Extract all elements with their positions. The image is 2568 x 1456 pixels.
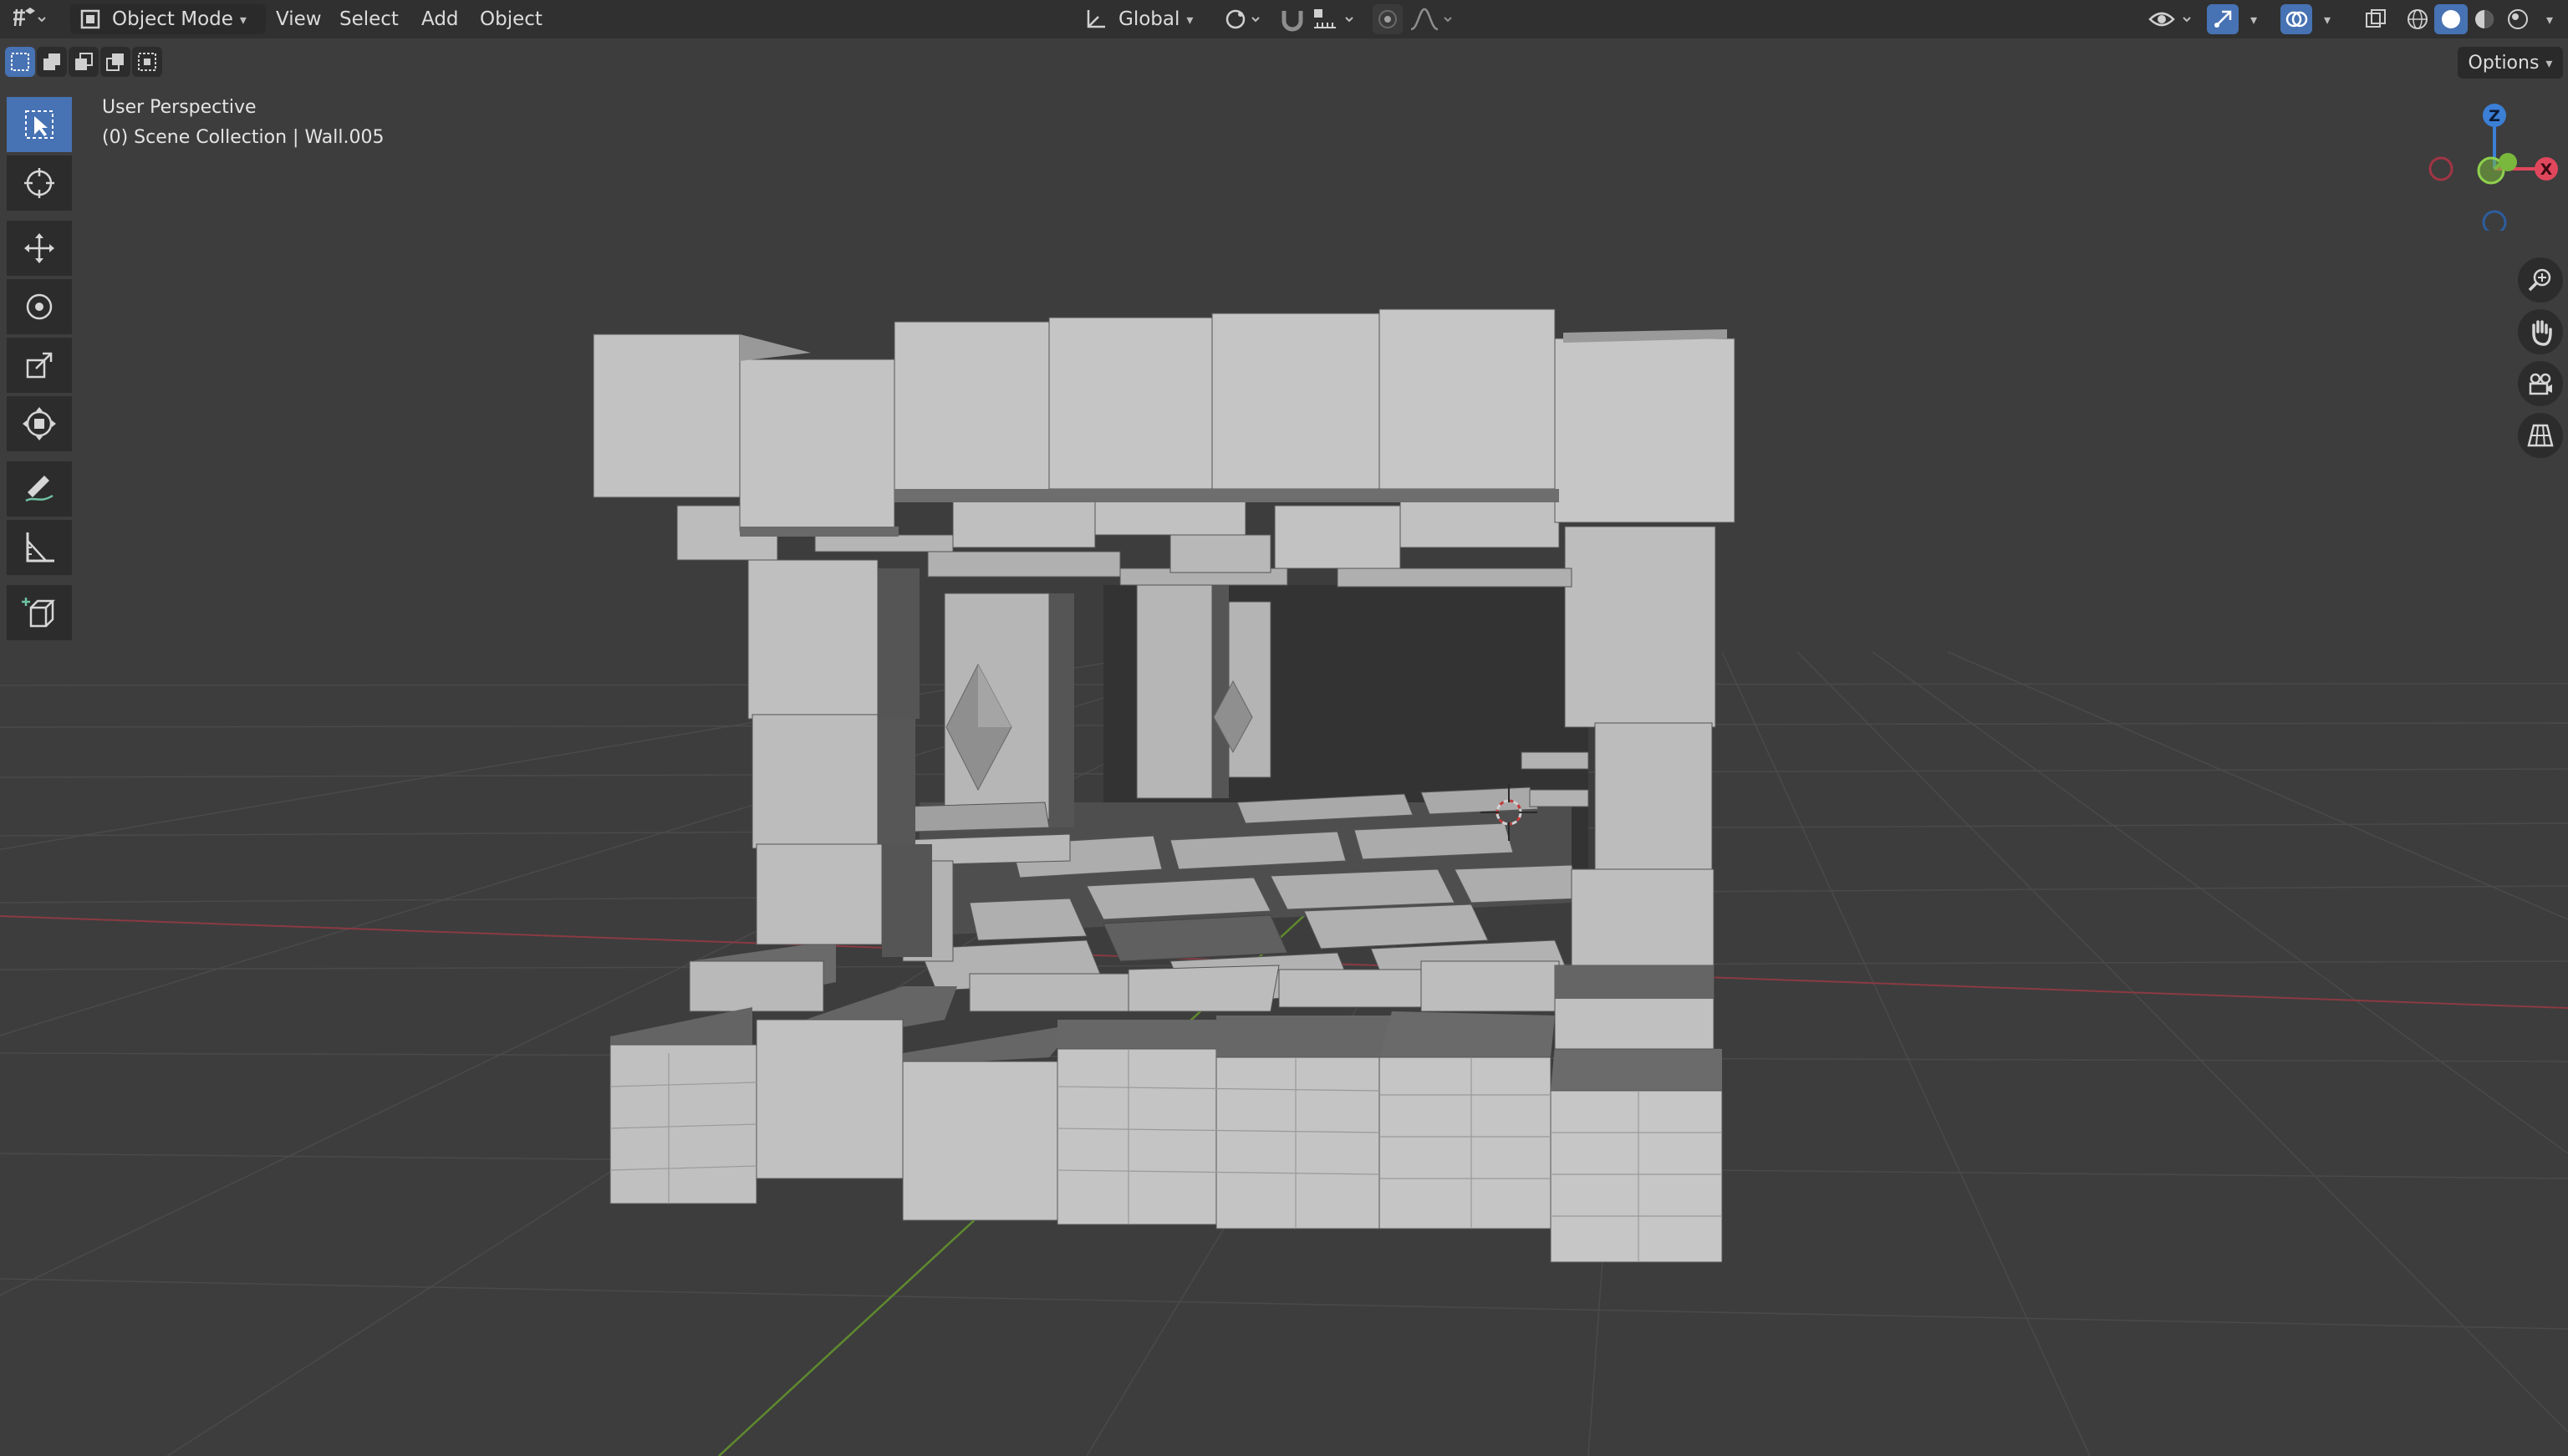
select-extend-icon xyxy=(43,53,60,70)
orientation-label: Global xyxy=(1118,8,1180,30)
overlays-toggle[interactable] xyxy=(2280,4,2312,34)
material-sphere-icon xyxy=(2475,10,2494,28)
navigation-gizmo[interactable]: Z X xyxy=(2416,97,2566,235)
select-new-icon xyxy=(11,53,29,71)
gizmo-x-label: X xyxy=(2540,160,2553,179)
select-extend-button[interactable] xyxy=(37,47,67,77)
left-column xyxy=(747,559,932,957)
top-beam xyxy=(593,308,1735,588)
chevron-down-icon: ▾ xyxy=(1186,11,1194,28)
menu-select[interactable]: Select xyxy=(329,4,409,34)
tool-select-box[interactable] xyxy=(7,97,72,152)
select-invert-button[interactable] xyxy=(100,47,130,77)
viewport-header: Object Mode ▾ View Select Add Object Glo… xyxy=(0,0,2568,38)
snap-target-dropdown[interactable] xyxy=(1311,4,1361,34)
xray-icon xyxy=(2366,9,2386,28)
select-intersect-button[interactable] xyxy=(132,47,162,77)
shading-material-button[interactable] xyxy=(2468,4,2501,34)
gizmo-toggle[interactable] xyxy=(2207,4,2239,34)
perspective-label: User Perspective xyxy=(102,97,257,118)
menu-add[interactable]: Add xyxy=(411,4,469,34)
chevron-down-icon: ▾ xyxy=(2250,11,2258,28)
falloff-dropdown[interactable] xyxy=(1408,4,1458,34)
eye-icon xyxy=(2148,12,2191,27)
shading-dropdown[interactable]: ▾ xyxy=(2536,4,2563,34)
gizmo-icon xyxy=(2214,10,2232,28)
shading-rendered-button[interactable] xyxy=(2501,4,2535,34)
tool-annotate[interactable] xyxy=(7,461,72,517)
options-dropdown[interactable]: Options ▾ xyxy=(2458,47,2563,79)
measure-ruler-icon xyxy=(26,532,54,563)
falloff-curve-icon xyxy=(1410,8,1452,31)
tool-cursor[interactable] xyxy=(7,155,72,211)
mode-dropdown[interactable]: Object Mode ▾ xyxy=(70,4,266,34)
snap-toggle[interactable] xyxy=(1276,4,1309,34)
options-label: Options xyxy=(2468,52,2540,74)
editor-type-button[interactable] xyxy=(7,4,47,34)
transform-orientation-dropdown[interactable]: Global ▾ xyxy=(1075,4,1222,34)
3d-viewport[interactable]: Options ▾ User Perspective (0) Scene Col… xyxy=(0,38,2568,1456)
menu-object[interactable]: Object xyxy=(470,4,553,34)
snap-increment-icon xyxy=(1314,9,1353,28)
shading-solid-button[interactable] xyxy=(2434,4,2468,34)
zoom-magnifier-icon xyxy=(2528,268,2551,292)
chevron-down-icon: ▾ xyxy=(2323,11,2331,28)
move-icon xyxy=(24,233,54,263)
visibility-dropdown[interactable] xyxy=(2147,4,2199,34)
wireframe-sphere-icon xyxy=(2408,9,2428,29)
rendered-sphere-icon xyxy=(2508,9,2528,29)
tool-add-cube[interactable] xyxy=(7,585,72,640)
hand-icon xyxy=(2532,320,2552,346)
camera-icon xyxy=(2529,373,2552,395)
gizmo-z-label: Z xyxy=(2489,107,2500,125)
chevron-down-icon: ▾ xyxy=(2545,11,2554,28)
grid-perspective-icon xyxy=(2527,424,2554,447)
axis-gizmo: Z X xyxy=(2428,104,2558,235)
select-new-button[interactable] xyxy=(5,47,35,77)
pan-button[interactable] xyxy=(2518,309,2563,354)
overlays-dropdown[interactable]: ▾ xyxy=(2314,4,2341,34)
pivot-icon xyxy=(1225,9,1260,29)
object-mode-icon xyxy=(80,9,100,29)
select-invert-icon xyxy=(106,53,124,71)
magnet-icon xyxy=(1281,11,1303,32)
add-cube-icon xyxy=(22,598,56,628)
camera-view-button[interactable] xyxy=(2518,361,2563,406)
solid-sphere-icon xyxy=(2442,10,2460,28)
editor-type-icon xyxy=(13,8,46,27)
mode-label: Object Mode xyxy=(112,8,233,30)
annotate-pencil-icon xyxy=(25,476,54,502)
chevron-down-icon: ▾ xyxy=(2545,54,2553,71)
overlays-icon xyxy=(2285,11,2308,28)
tool-transform[interactable] xyxy=(7,396,72,451)
tool-rotate[interactable] xyxy=(7,279,72,334)
menu-view[interactable]: View xyxy=(266,4,332,34)
xray-toggle[interactable] xyxy=(2359,4,2392,34)
shading-wireframe-button[interactable] xyxy=(2401,4,2434,34)
selection-mode-group xyxy=(5,47,162,77)
rotate-icon xyxy=(26,293,53,320)
tool-scale[interactable] xyxy=(7,338,72,393)
zoom-button[interactable] xyxy=(2518,257,2563,303)
orientation-icon xyxy=(1087,10,1105,28)
transform-icon xyxy=(23,407,56,440)
select-subtract-icon xyxy=(75,53,93,70)
collection-label: (0) Scene Collection | Wall.005 xyxy=(102,127,385,148)
gizmo-dropdown[interactable]: ▾ xyxy=(2240,4,2267,34)
proportional-edit-icon xyxy=(1378,10,1397,28)
pivot-point-button[interactable] xyxy=(1220,4,1267,34)
select-box-icon xyxy=(25,110,54,139)
proportional-edit-toggle[interactable] xyxy=(1373,4,1403,34)
tool-measure[interactable] xyxy=(7,520,72,575)
select-intersect-icon xyxy=(138,53,156,71)
perspective-toggle-button[interactable] xyxy=(2518,413,2563,458)
cursor-icon xyxy=(24,168,54,198)
tool-move[interactable] xyxy=(7,221,72,276)
select-subtract-button[interactable] xyxy=(69,47,99,77)
chevron-down-icon: ▾ xyxy=(239,11,247,28)
scale-icon xyxy=(26,352,53,379)
scene-canvas[interactable] xyxy=(0,38,2568,1456)
